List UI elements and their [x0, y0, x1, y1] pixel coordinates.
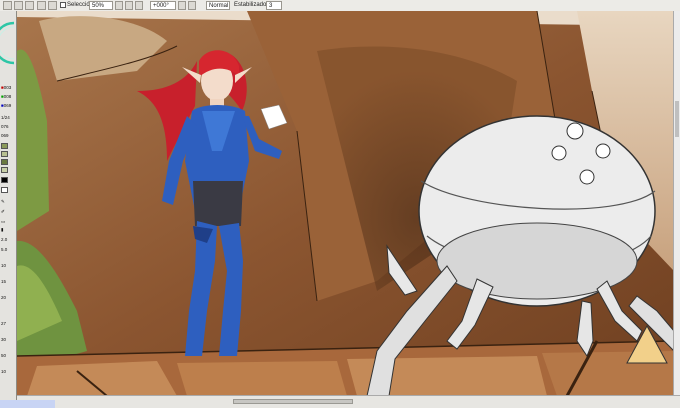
vertical-scrollbar[interactable]	[673, 11, 680, 396]
hue-value[interactable]: ■003	[1, 85, 11, 91]
brush-size-option[interactable]: 20	[1, 295, 6, 301]
zoom-out-button[interactable]	[115, 1, 123, 10]
saturation-value[interactable]: ■008	[1, 94, 11, 100]
lightness-value[interactable]: ■069	[1, 103, 11, 109]
pencil-tool-icon[interactable]: ✎	[1, 199, 5, 205]
color-wheel[interactable]	[0, 21, 16, 71]
undo-button[interactable]	[37, 1, 46, 10]
brush-size-option[interactable]: 30	[1, 337, 6, 343]
stabilizer-label: Estabilizador	[234, 2, 269, 8]
zoom-reset-button[interactable]	[135, 1, 143, 10]
navigator-tab[interactable]	[0, 400, 55, 408]
marker-tool-icon[interactable]: ▮	[1, 227, 3, 233]
horizontal-scroll-thumb[interactable]	[233, 399, 353, 404]
value-b: 069	[1, 133, 9, 138]
zoom-field[interactable]: 50%	[89, 1, 113, 10]
zoom-in-button[interactable]	[125, 1, 133, 10]
angle-field[interactable]: +000°	[150, 1, 176, 10]
drawing-canvas[interactable]	[17, 11, 674, 396]
brush-size-option[interactable]: 2.0	[1, 237, 7, 243]
color-swatch[interactable]	[1, 151, 8, 157]
eraser-tool-icon[interactable]: ▭	[1, 219, 5, 225]
stabilizer-field[interactable]: 3	[266, 1, 282, 10]
color-swatch[interactable]	[1, 159, 8, 165]
background-color-swatch[interactable]	[1, 187, 8, 193]
brush-size-option[interactable]: 10	[1, 369, 6, 375]
blend-mode-select[interactable]: Normal	[206, 1, 230, 10]
new-file-button[interactable]	[3, 1, 12, 10]
brush-size-option[interactable]: 27	[1, 321, 6, 327]
rotate-right-button[interactable]	[188, 1, 196, 10]
brush-tool-icon[interactable]: ✐	[1, 209, 5, 215]
open-file-button[interactable]	[14, 1, 23, 10]
foreground-color-swatch[interactable]	[1, 177, 8, 183]
redo-button[interactable]	[48, 1, 57, 10]
vertical-scroll-thumb[interactable]	[675, 101, 679, 137]
ratio-value: 1/24	[1, 115, 10, 120]
value-a: 076	[1, 124, 9, 129]
horizontal-scrollbar[interactable]	[17, 395, 680, 408]
illustration-artwork	[17, 11, 674, 396]
brush-size-option[interactable]: 15	[1, 279, 6, 285]
rotate-left-button[interactable]	[178, 1, 186, 10]
color-swatch[interactable]	[1, 143, 8, 149]
save-file-button[interactable]	[25, 1, 34, 10]
brush-size-option[interactable]: 5.0	[1, 247, 7, 253]
color-tool-panel: ■003 ■008 ■069 1/24 076 069 ✎ ✐ ▭ ▮ 2.0 …	[0, 11, 17, 408]
selection-checkbox[interactable]	[60, 2, 66, 8]
color-swatch[interactable]	[1, 167, 8, 173]
brush-size-option[interactable]: 50	[1, 353, 6, 359]
brush-size-option[interactable]: 10	[1, 263, 6, 269]
